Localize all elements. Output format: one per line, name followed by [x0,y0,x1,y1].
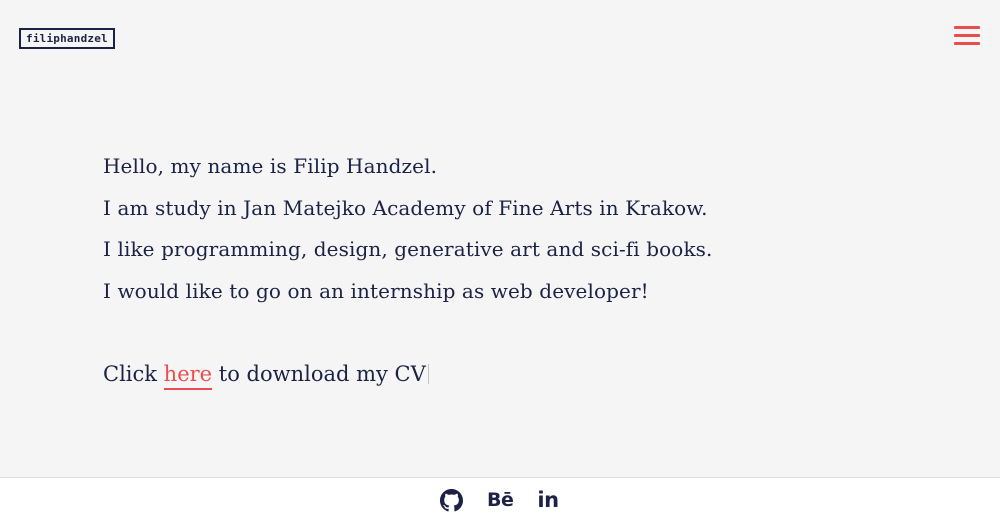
menu-bar-middle [954,34,980,37]
cv-prefix: Click [103,362,164,386]
hamburger-menu-icon[interactable] [954,26,980,46]
github-icon[interactable] [440,488,463,512]
menu-bar-bottom [954,42,980,45]
intro-line-greeting: Hello, my name is Filip Handzel. [103,154,438,178]
intro-line-internship: I would like to go on an internship as w… [103,278,649,303]
linkedin-icon[interactable]: in [537,488,559,512]
behance-icon[interactable]: Bē [487,488,514,512]
cv-download-line: Click here to download my CV [103,354,429,394]
menu-bar-top [954,26,980,29]
text-caret [427,364,429,384]
cv-download-link[interactable]: here [163,362,213,390]
social-links: Bē in [440,488,559,512]
footer: Bē in [0,477,1000,526]
cv-suffix: to download my CV [212,362,426,386]
site-logo[interactable]: filiphandzel [19,28,115,49]
intro-line-interests: I like programming, design, generative a… [103,237,713,261]
intro-text: Hello, my name is Filip Handzel. I am st… [103,146,713,312]
intro-line-study: I am study in Jan Matejko Academy of Fin… [103,195,708,220]
